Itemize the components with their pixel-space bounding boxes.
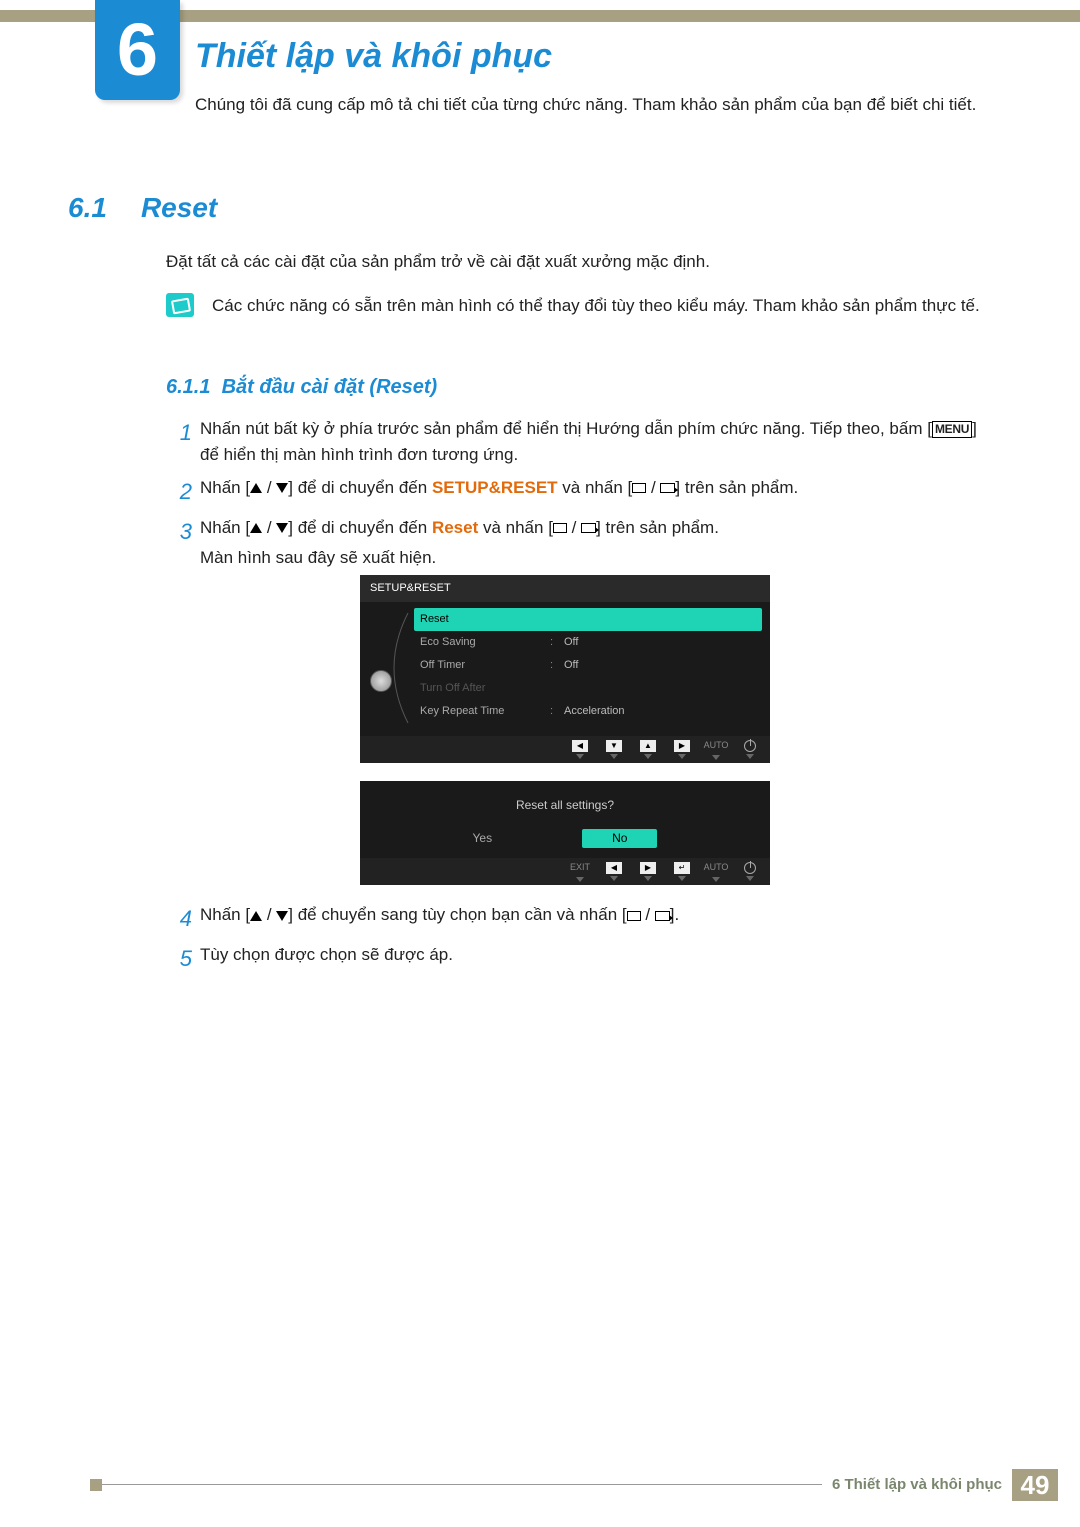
page-footer: 6 Thiết lập và khôi phục 49 (0, 1469, 1080, 1501)
osd-confirm-dialog: Reset all settings? Yes No EXIT ◀ ▶ ↵ AU… (360, 781, 770, 885)
dialog-text: Reset all settings? (360, 781, 770, 829)
down-arrow-icon (276, 483, 288, 493)
up-arrow-icon (250, 523, 262, 533)
section-body: Đặt tất cả các cài đặt của sản phẩm trở … (166, 249, 990, 320)
chapter-title: Thiết lập và khôi phục (195, 30, 552, 83)
dialog-no[interactable]: No (582, 829, 657, 848)
rect-icon (632, 483, 646, 493)
source-icon (655, 911, 670, 921)
nav-up[interactable]: ▲ (634, 740, 662, 759)
section-description: Đặt tất cả các cài đặt của sản phẩm trở … (166, 249, 990, 275)
footer-rule (90, 1484, 822, 1501)
nav-back[interactable]: ◀ (566, 740, 594, 759)
footer-page-number: 49 (1012, 1469, 1058, 1501)
step-text: Nhấn [ / ] để di chuyển đến Reset và nhấ… (200, 515, 990, 572)
down-arrow-icon (276, 911, 288, 921)
step-number: 4 (166, 902, 192, 936)
reset-label: Reset (432, 518, 478, 537)
osd-navbar: ◀ ▼ ▲ ▶ AUTO (360, 736, 770, 763)
nav-auto[interactable]: AUTO (702, 739, 730, 760)
note-row: Các chức năng có sẵn trên màn hình có th… (166, 293, 990, 319)
step-number: 2 (166, 475, 192, 509)
osd-item-reset[interactable]: Reset (414, 608, 762, 631)
step-number: 5 (166, 942, 192, 976)
osd-item-off-timer[interactable]: Off Timer:Off (414, 654, 762, 677)
step-4: 4 Nhấn [ / ] để chuyển sang tùy chọn bạn… (166, 902, 990, 936)
osd-body: Reset Eco Saving:Off Off Timer:Off Turn … (360, 602, 770, 736)
note-icon (166, 293, 194, 317)
dialog-yes[interactable]: Yes (473, 829, 493, 848)
nav-auto[interactable]: AUTO (702, 861, 730, 882)
subsection-heading: 6.1.1 Bắt đầu cài đặt (Reset) (166, 372, 990, 403)
dialog-choices: Yes No (360, 829, 770, 858)
menu-key-icon: MENU (932, 421, 972, 438)
footer-chapter: 6 Thiết lập và khôi phục (832, 1473, 1002, 1496)
steps-after: 4 Nhấn [ / ] để chuyển sang tùy chọn bạn… (166, 896, 990, 976)
note-text: Các chức năng có sẵn trên màn hình có th… (212, 293, 980, 319)
setup-reset-label: SETUP&RESET (432, 478, 558, 497)
osd-navbar: EXIT ◀ ▶ ↵ AUTO (360, 858, 770, 885)
source-icon (660, 483, 675, 493)
step-text: Nhấn nút bất kỳ ở phía trước sản phẩm để… (200, 416, 990, 469)
step-1: 1 Nhấn nút bất kỳ ở phía trước sản phẩm … (166, 416, 990, 469)
down-arrow-icon (276, 523, 288, 533)
nav-power[interactable] (736, 862, 764, 881)
osd-item-eco-saving[interactable]: Eco Saving:Off (414, 631, 762, 654)
steps-list: 1 Nhấn nút bất kỳ ở phía trước sản phẩm … (166, 410, 990, 571)
osd-item-key-repeat[interactable]: Key Repeat Time:Acceleration (414, 700, 762, 723)
nav-power[interactable] (736, 740, 764, 759)
osd-menu-panel: SETUP&RESET Reset Eco Saving:Off Off Tim… (360, 575, 770, 763)
step-text: Nhấn [ / ] để di chuyển đến SETUP&RESET … (200, 475, 990, 509)
nav-exit[interactable]: EXIT (566, 861, 594, 882)
source-icon (581, 523, 596, 533)
osd-screenshots: SETUP&RESET Reset Eco Saving:Off Off Tim… (360, 575, 770, 885)
power-icon (744, 862, 756, 874)
step-text: Tùy chọn được chọn sẽ được áp. (200, 942, 990, 976)
osd-header: SETUP&RESET (360, 575, 770, 602)
chapter-number: 6 (95, 0, 180, 100)
rect-icon (553, 523, 567, 533)
step-2: 2 Nhấn [ / ] để di chuyển đến SETUP&RESE… (166, 475, 990, 509)
section-heading: 6.1 Reset (68, 186, 217, 229)
osd-item-turn-off-after: Turn Off After (414, 677, 762, 700)
nav-enter[interactable]: ↵ (668, 862, 696, 881)
power-icon (744, 740, 756, 752)
step-number: 3 (166, 515, 192, 572)
section-number: 6.1 (68, 186, 107, 229)
nav-left[interactable]: ◀ (600, 862, 628, 881)
step-number: 1 (166, 416, 192, 469)
step-3: 3 Nhấn [ / ] để di chuyển đến Reset và n… (166, 515, 990, 572)
up-arrow-icon (250, 911, 262, 921)
up-arrow-icon (250, 483, 262, 493)
nav-enter[interactable]: ▶ (668, 740, 696, 759)
step-5: 5 Tùy chọn được chọn sẽ được áp. (166, 942, 990, 976)
chapter-badge: 6 (95, 0, 180, 100)
subsection-number: 6.1.1 (166, 376, 210, 398)
subsection-title: Bắt đầu cài đặt (Reset) (222, 376, 438, 398)
step-text: Nhấn [ / ] để chuyển sang tùy chọn bạn c… (200, 902, 990, 936)
osd-menu-list: Reset Eco Saving:Off Off Timer:Off Turn … (368, 608, 762, 728)
nav-right[interactable]: ▶ (634, 862, 662, 881)
gear-icon (370, 670, 392, 692)
chapter-intro: Chúng tôi đã cung cấp mô tả chi tiết của… (195, 92, 980, 118)
rect-icon (627, 911, 641, 921)
osd-curve-decoration (376, 608, 416, 728)
section-title: Reset (141, 186, 217, 229)
nav-down[interactable]: ▼ (600, 740, 628, 759)
